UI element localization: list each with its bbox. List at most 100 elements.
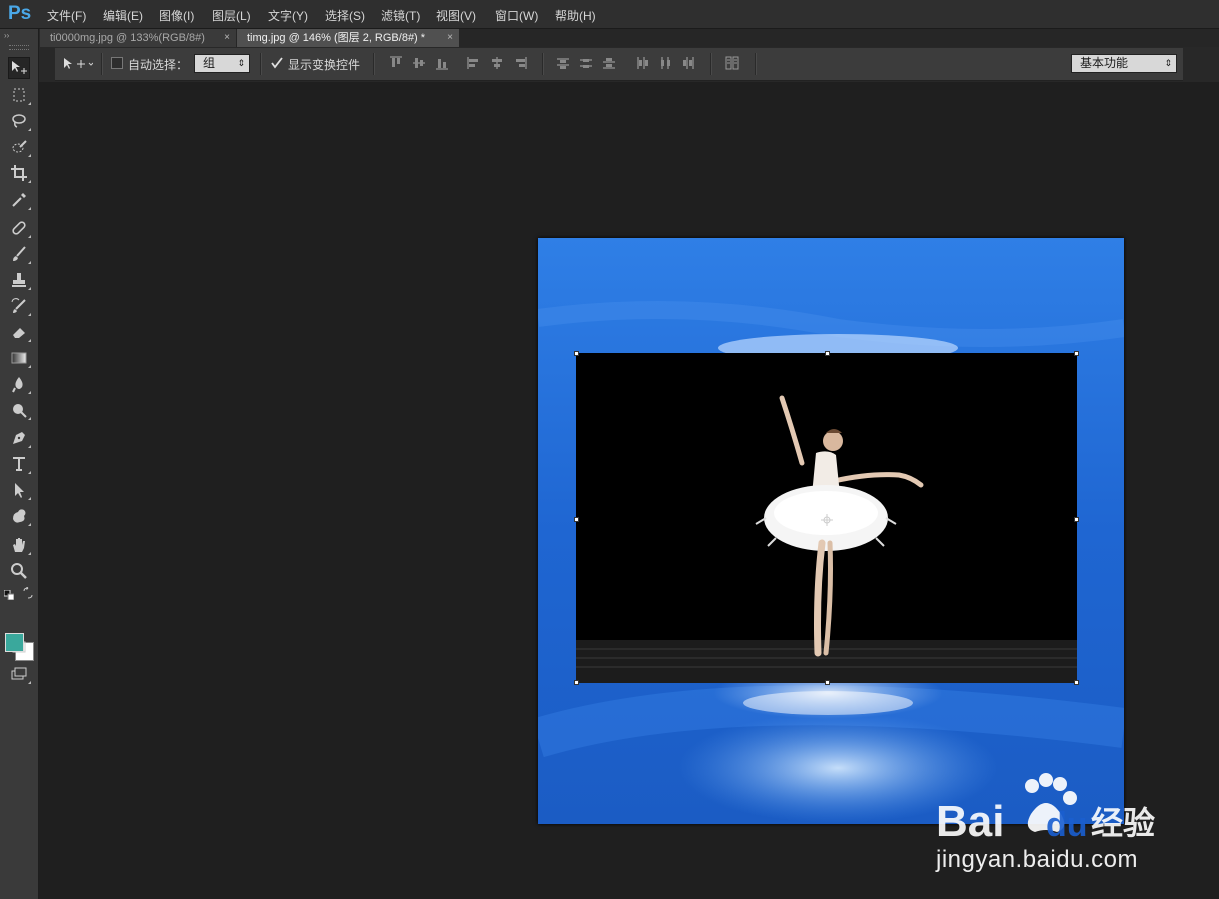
tool-preset-picker[interactable] xyxy=(61,56,94,72)
move-icon xyxy=(12,61,27,74)
dodge-icon xyxy=(13,404,27,418)
shape-tool[interactable] xyxy=(8,505,31,527)
distribute-bottom-icon[interactable] xyxy=(602,56,616,70)
divider xyxy=(101,53,103,75)
chevron-updown-icon: ⇕ xyxy=(1164,58,1172,68)
gradient-icon xyxy=(11,352,27,364)
transform-handle-top[interactable] xyxy=(825,351,830,356)
align-left-icon[interactable] xyxy=(467,56,481,70)
screen-mode-tool[interactable] xyxy=(8,663,31,685)
move-tool[interactable] xyxy=(8,57,30,79)
collapse-panel-icon[interactable]: ›› xyxy=(4,31,9,40)
checkmark-icon xyxy=(271,57,283,69)
watermark-jingyan-cn: 经验 xyxy=(1091,805,1155,841)
transform-handle-top-right[interactable] xyxy=(1074,351,1079,356)
clone-stamp-tool[interactable] xyxy=(8,269,31,291)
align-top-icon[interactable] xyxy=(389,56,403,70)
menu-edit[interactable]: 编辑(E) xyxy=(103,7,143,24)
eraser-icon xyxy=(13,328,25,338)
blur-tool[interactable] xyxy=(8,373,31,395)
watermark-du: du xyxy=(1046,806,1088,844)
menu-type[interactable]: 文字(Y) xyxy=(268,7,308,24)
close-icon[interactable]: × xyxy=(447,29,453,47)
divider xyxy=(710,53,712,75)
transform-handle-top-left[interactable] xyxy=(574,351,579,356)
document-tabs: ti0000mg.jpg @ 133%(RGB/8#) × timg.jpg @… xyxy=(40,29,1219,47)
auto-select-dropdown[interactable]: 组 ⇕ xyxy=(194,54,250,73)
distribute-vcenter-icon[interactable] xyxy=(579,56,593,70)
workspace-value: 基本功能 xyxy=(1080,56,1129,70)
divider xyxy=(542,53,544,75)
swap-colors-icon[interactable] xyxy=(22,586,34,599)
history-brush-tool[interactable] xyxy=(8,295,31,317)
align-hcenter-icon[interactable] xyxy=(490,56,504,70)
default-colors-icon[interactable] xyxy=(3,587,15,601)
custom-shape-icon xyxy=(13,509,26,523)
auto-align-layers-icon[interactable] xyxy=(725,56,739,70)
crop-tool[interactable] xyxy=(8,162,31,184)
zoom-tool[interactable] xyxy=(8,560,30,582)
foreground-color-swatch[interactable] xyxy=(5,633,24,652)
hand-tool[interactable] xyxy=(8,534,31,556)
divider xyxy=(755,53,757,75)
tools-panel: ›› xyxy=(0,29,39,899)
menu-image[interactable]: 图像(I) xyxy=(159,7,194,24)
transform-handle-bottom[interactable] xyxy=(825,680,830,685)
transform-handle-left[interactable] xyxy=(574,517,579,522)
bandage-icon xyxy=(12,221,26,235)
transform-handle-right[interactable] xyxy=(1074,517,1079,522)
eyedropper-tool[interactable] xyxy=(8,189,31,211)
chevron-updown-icon: ⇕ xyxy=(237,58,245,68)
auto-select-checkbox[interactable] xyxy=(111,57,123,69)
distribute-top-icon[interactable] xyxy=(556,56,570,70)
marquee-icon xyxy=(13,88,25,102)
distribute-left-icon[interactable] xyxy=(635,56,649,70)
tab-document-2[interactable]: timg.jpg @ 146% (图层 2, RGB/8#) * × xyxy=(237,29,459,47)
transform-center-point-icon[interactable] xyxy=(821,513,833,526)
menu-file[interactable]: 文件(F) xyxy=(47,7,86,24)
close-icon[interactable]: × xyxy=(224,29,230,47)
workspace-dropdown[interactable]: 基本功能 ⇕ xyxy=(1071,54,1177,73)
show-transform-label: 显示变换控件 xyxy=(288,58,361,72)
move-icon xyxy=(64,58,94,69)
transform-handle-bottom-left[interactable] xyxy=(574,680,579,685)
screen-mode-icon xyxy=(11,667,27,680)
marquee-tool[interactable] xyxy=(8,84,31,106)
history-brush-icon xyxy=(11,298,26,313)
align-right-icon[interactable] xyxy=(513,56,527,70)
panel-grip[interactable] xyxy=(9,45,29,50)
tab-label: timg.jpg @ 146% (图层 2, RGB/8#) * xyxy=(247,32,426,44)
menu-window[interactable]: 窗口(W) xyxy=(495,7,538,24)
transform-handle-bottom-right[interactable] xyxy=(1074,680,1079,685)
stamp-icon xyxy=(12,273,26,287)
brush-tool[interactable] xyxy=(8,243,31,265)
healing-brush-tool[interactable] xyxy=(8,217,31,239)
tab-document-1[interactable]: ti0000mg.jpg @ 133%(RGB/8#) × xyxy=(40,29,236,47)
gradient-tool[interactable] xyxy=(8,347,31,369)
pen-icon xyxy=(13,432,25,444)
pen-tool[interactable] xyxy=(8,427,31,449)
options-bar: 自动选择： 组 ⇕ 显示变换控件 基本功能 ⇕ xyxy=(55,48,1183,81)
quick-selection-tool[interactable] xyxy=(8,136,31,158)
path-selection-tool[interactable] xyxy=(8,479,31,501)
distribute-right-icon[interactable] xyxy=(681,56,695,70)
distribute-hcenter-icon[interactable] xyxy=(658,56,672,70)
hand-icon xyxy=(13,538,25,552)
watermark-bai: Bai xyxy=(936,797,1004,846)
watermark-url: jingyan.baidu.com xyxy=(936,846,1138,873)
menu-help[interactable]: 帮助(H) xyxy=(555,7,596,24)
align-bottom-icon[interactable] xyxy=(435,56,449,70)
menu-filter[interactable]: 滤镜(T) xyxy=(381,7,420,24)
brush-icon xyxy=(13,246,26,261)
path-selection-icon xyxy=(15,483,24,498)
menu-select[interactable]: 选择(S) xyxy=(325,7,365,24)
zoom-icon xyxy=(11,563,27,579)
show-transform-checkbox[interactable] xyxy=(270,56,284,70)
align-vcenter-icon[interactable] xyxy=(412,56,426,70)
menu-layer[interactable]: 图层(L) xyxy=(212,7,251,24)
type-tool[interactable] xyxy=(8,453,31,475)
dodge-tool[interactable] xyxy=(8,399,31,421)
lasso-tool[interactable] xyxy=(8,110,31,132)
eraser-tool[interactable] xyxy=(8,321,31,343)
menu-view[interactable]: 视图(V) xyxy=(436,7,476,24)
